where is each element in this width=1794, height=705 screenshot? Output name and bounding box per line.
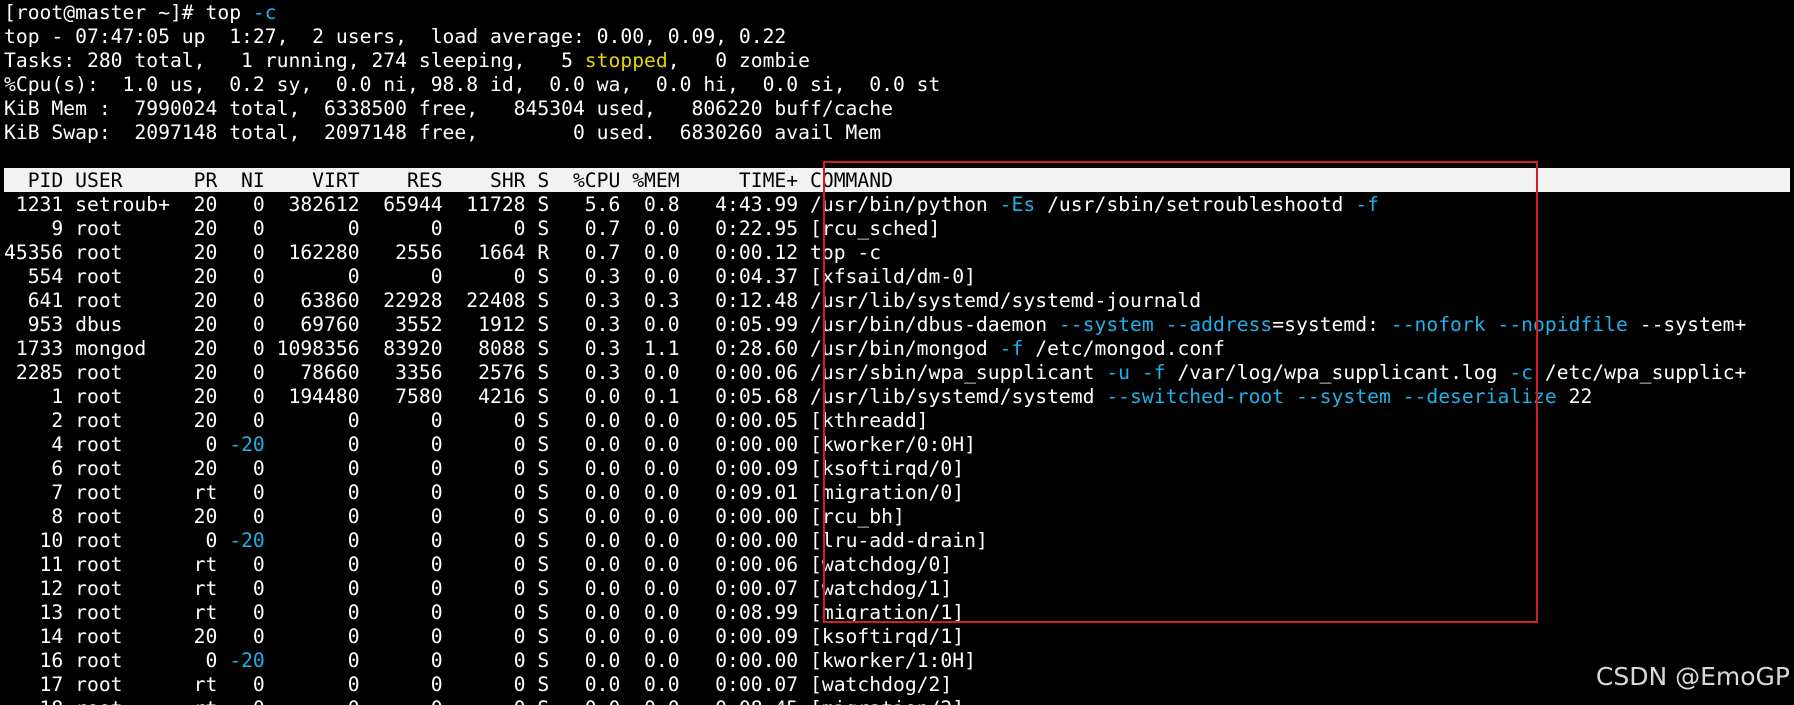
process-row-segment: 11 root rt 0 0 0 0 S 0.0 0.0 0:00.06 [wa… (4, 553, 953, 576)
process-row-segment: 0 0 0 S 0.0 0.0 0:00.00 [kworker/1:0H] (264, 649, 976, 672)
process-row-segment: -f (1355, 193, 1379, 216)
process-row: 8 root 20 0 0 0 0 S 0.0 0.0 0:00.00 [rcu… (4, 504, 1794, 528)
terminal-window[interactable]: [root@master ~]# top -c top - 07:47:05 up… (4, 0, 1794, 705)
process-row: 1 root 20 0 194480 7580 4216 S 0.0 0.1 0… (4, 384, 1794, 408)
process-row-segment: -20 (229, 529, 265, 552)
process-row-segment: -f (999, 337, 1024, 360)
summary-line-segment: Tasks: 280 total, 1 running, 274 sleepin… (4, 49, 585, 72)
process-row-segment: 17 root rt 0 0 0 0 S 0.0 0.0 0:00.07 [wa… (4, 673, 953, 696)
summary-line: Tasks: 280 total, 1 running, 274 sleepin… (4, 48, 1794, 72)
summary-line-segment: KiB Swap: 2097148 total, 2097148 free, 0… (4, 121, 882, 144)
process-row-segment: 14 root 20 0 0 0 0 S 0.0 0.0 0:00.09 [ks… (4, 625, 965, 648)
process-row-segment: -u -f (1106, 361, 1166, 384)
process-row-segment: 554 root 20 0 0 0 0 S 0.3 0.0 0:04.37 [x… (4, 265, 976, 288)
process-row-segment: /usr/sbin/setroubleshootd (1035, 193, 1356, 216)
process-row-segment: /etc/wpa_supplic+ (1533, 361, 1747, 384)
process-row: 12 root rt 0 0 0 0 S 0.0 0.0 0:00.07 [wa… (4, 576, 1794, 600)
top-summary: [root@master ~]# top -c top - 07:47:05 up… (4, 0, 1794, 144)
process-row-segment: 22 (1556, 385, 1593, 408)
process-row-segment: 1231 setroub+ 20 0 382612 65944 11728 S … (4, 193, 1000, 216)
process-row-segment: 12 root rt 0 0 0 0 S 0.0 0.0 0:00.07 [wa… (4, 577, 953, 600)
process-row-segment: /var/log/wpa_supplicant.log (1165, 361, 1510, 384)
process-row-segment: -c (1509, 361, 1534, 384)
process-row: 554 root 20 0 0 0 0 S 0.3 0.0 0:04.37 [x… (4, 264, 1794, 288)
watermark: CSDN @EmoGP (1595, 662, 1790, 691)
process-row-segment: 2 root 20 0 0 0 0 S 0.0 0.0 0:00.05 [kth… (4, 409, 929, 432)
process-row-segment: 953 dbus 20 0 69760 3552 1912 S 0.3 0.0 … (4, 313, 1059, 336)
process-row: 6 root 20 0 0 0 0 S 0.0 0.0 0:00.09 [kso… (4, 456, 1794, 480)
process-row: 2 root 20 0 0 0 0 S 0.0 0.0 0:00.05 [kth… (4, 408, 1794, 432)
process-row: 2285 root 20 0 78660 3356 2576 S 0.3 0.0… (4, 360, 1794, 384)
process-row: 9 root 20 0 0 0 0 S 0.7 0.0 0:22.95 [rcu… (4, 216, 1794, 240)
summary-line: KiB Mem : 7990024 total, 6338500 free, 8… (4, 96, 1794, 120)
process-row-segment: 8 root 20 0 0 0 0 S 0.0 0.0 0:00.00 [rcu… (4, 505, 905, 528)
shell-prompt-line-segment: [root@master ~]# top (4, 1, 253, 24)
process-row: 953 dbus 20 0 69760 3552 1912 S 0.3 0.0 … (4, 312, 1794, 336)
process-row-segment: 13 root rt 0 0 0 0 S 0.0 0.0 0:08.99 [mi… (4, 601, 965, 624)
process-row-segment: 2285 root 20 0 78660 3356 2576 S 0.3 0.0… (4, 361, 1107, 384)
process-row: 16 root 0 -20 0 0 0 S 0.0 0.0 0:00.00 [k… (4, 648, 1794, 672)
summary-line-segment: %Cpu(s): 1.0 us, 0.2 sy, 0.0 ni, 98.8 id… (4, 73, 941, 96)
process-row-segment: 7 root rt 0 0 0 0 S 0.0 0.0 0:09.01 [mig… (4, 481, 965, 504)
process-row: 1231 setroub+ 20 0 382612 65944 11728 S … (4, 192, 1794, 216)
process-row-segment: 1 root 20 0 194480 7580 4216 S 0.0 0.1 0… (4, 385, 1107, 408)
process-row-segment: 9 root 20 0 0 0 0 S 0.7 0.0 0:22.95 [rcu… (4, 217, 941, 240)
process-row-segment: 18 root rt 0 0 0 0 S 0.0 0.0 0:08.45 [mi… (4, 697, 965, 705)
process-row-segment: 6 root 20 0 0 0 0 S 0.0 0.0 0:00.09 [kso… (4, 457, 965, 480)
summary-line-segment: KiB Mem : 7990024 total, 6338500 free, 8… (4, 97, 893, 120)
process-row: 7 root rt 0 0 0 0 S 0.0 0.0 0:09.01 [mig… (4, 480, 1794, 504)
process-row-segment: --system+ (1627, 313, 1747, 336)
process-row-segment: --nofork --nopidfile (1390, 313, 1628, 336)
process-row: 1733 mongod 20 0 1098356 83920 8088 S 0.… (4, 336, 1794, 360)
process-table-header: PID USER PR NI VIRT RES SHR S %CPU %MEM … (4, 168, 1790, 192)
process-row-segment: =systemd: (1272, 313, 1391, 336)
process-row-segment: 45356 root 20 0 162280 2556 1664 R 0.7 0… (4, 241, 882, 264)
process-row-segment: --switched-root --system --deserialize (1106, 385, 1557, 408)
process-row: 10 root 0 -20 0 0 0 S 0.0 0.0 0:00.00 [l… (4, 528, 1794, 552)
process-row: 45356 root 20 0 162280 2556 1664 R 0.7 0… (4, 240, 1794, 264)
process-row-segment: -20 (229, 433, 265, 456)
process-row-segment: --system --address (1058, 313, 1273, 336)
process-row-segment: -Es (999, 193, 1036, 216)
shell-prompt-line: [root@master ~]# top -c (4, 0, 1794, 24)
process-row-segment: 10 root 0 (4, 529, 230, 552)
shell-prompt-line-segment: -c (252, 1, 277, 24)
process-table: 1231 setroub+ 20 0 382612 65944 11728 S … (4, 192, 1794, 705)
process-row: 11 root rt 0 0 0 0 S 0.0 0.0 0:00.06 [wa… (4, 552, 1794, 576)
summary-line-segment: stopped (584, 49, 668, 72)
process-row-segment: 0 0 0 S 0.0 0.0 0:00.00 [lru-add-drain] (264, 529, 988, 552)
process-row-segment: 4 root 0 (4, 433, 230, 456)
process-row: 641 root 20 0 63860 22928 22408 S 0.3 0.… (4, 288, 1794, 312)
process-row-segment: 0 0 0 S 0.0 0.0 0:00.00 [kworker/0:0H] (264, 433, 976, 456)
process-row: 17 root rt 0 0 0 0 S 0.0 0.0 0:00.07 [wa… (4, 672, 1794, 696)
process-row-segment: -20 (229, 649, 265, 672)
summary-line: %Cpu(s): 1.0 us, 0.2 sy, 0.0 ni, 98.8 id… (4, 72, 1794, 96)
process-row-segment: 641 root 20 0 63860 22928 22408 S 0.3 0.… (4, 289, 1202, 312)
process-row-segment: /etc/mongod.conf (1023, 337, 1225, 360)
process-row-segment: 16 root 0 (4, 649, 230, 672)
process-row-segment: 1733 mongod 20 0 1098356 83920 8088 S 0.… (4, 337, 1000, 360)
summary-line-segment: top - 07:47:05 up 1:27, 2 users, load av… (4, 25, 787, 48)
process-row: 4 root 0 -20 0 0 0 S 0.0 0.0 0:00.00 [kw… (4, 432, 1794, 456)
process-row: 13 root rt 0 0 0 0 S 0.0 0.0 0:08.99 [mi… (4, 600, 1794, 624)
summary-line: top - 07:47:05 up 1:27, 2 users, load av… (4, 24, 1794, 48)
process-row: 18 root rt 0 0 0 0 S 0.0 0.0 0:08.45 [mi… (4, 696, 1794, 705)
summary-line: KiB Swap: 2097148 total, 2097148 free, 0… (4, 120, 1794, 144)
summary-line-segment: , 0 zombie (667, 49, 811, 72)
process-row: 14 root 20 0 0 0 0 S 0.0 0.0 0:00.09 [ks… (4, 624, 1794, 648)
